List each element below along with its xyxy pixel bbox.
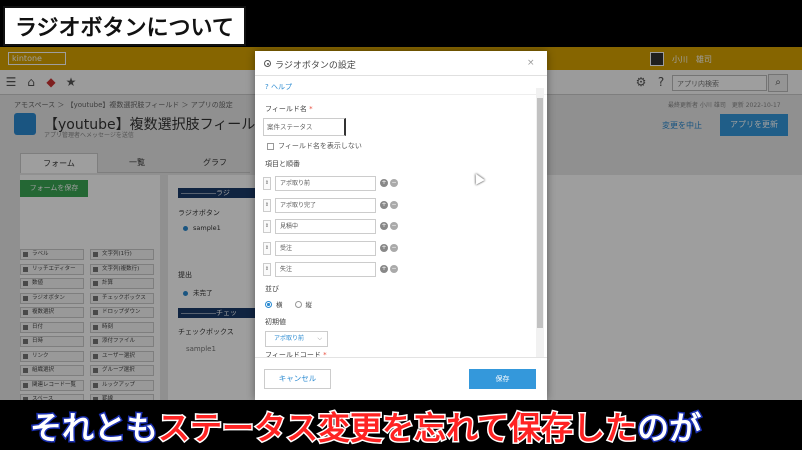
align-vertical-label: 縦 [305, 301, 313, 309]
help-row: ? ヘルプ [255, 77, 547, 95]
required-mark: * [309, 105, 313, 113]
video-title-box: ラジオボタンについて [3, 6, 246, 46]
remove-option-icon[interactable]: − [390, 265, 398, 273]
cancel-button[interactable]: キャンセル [264, 369, 331, 389]
option-row: ⇕ アポ取り前 + − [263, 176, 403, 191]
option-row: ⇕ アポ取り完了 + − [263, 197, 403, 213]
close-icon[interactable]: × [527, 58, 535, 68]
hide-name-checkbox[interactable] [267, 142, 274, 150]
video-subtitle: それともステータス変更を忘れて保存したのが [28, 403, 703, 449]
save-button[interactable]: 保存 [469, 369, 536, 389]
video-title: ラジオボタンについて [15, 16, 234, 41]
add-option-icon[interactable]: + [380, 222, 388, 230]
drag-handle-icon[interactable]: ⇕ [263, 263, 271, 276]
radio-settings-dialog: ラジオボタンの設定 × ? ヘルプ フィールド名 * 案件ステータス フィールド… [255, 51, 547, 400]
subtitle-part-3: のが [636, 408, 703, 449]
subtitle-part-2: ステータス変更を忘れて保存した [157, 408, 639, 449]
remove-option-icon[interactable]: − [390, 222, 398, 230]
help-label: ヘルプ [270, 83, 292, 91]
add-option-icon[interactable]: + [380, 243, 388, 252]
hide-name-label: フィールド名を表示しない [278, 142, 362, 150]
drag-handle-icon[interactable]: ⇕ [263, 220, 271, 233]
radio-icon [264, 60, 271, 67]
add-option-icon[interactable]: + [380, 265, 388, 273]
hide-name-checkbox-row[interactable]: フィールド名を表示しない [267, 141, 362, 151]
option-input[interactable]: 失注 [275, 262, 376, 277]
remove-option-icon[interactable]: − [390, 243, 398, 252]
option-row: ⇕ 受注 + − [263, 240, 403, 256]
dialog-footer: キャンセル 保存 [255, 357, 547, 400]
dialog-header: ラジオボタンの設定 × [255, 51, 547, 76]
align-horizontal-radio[interactable] [265, 300, 272, 308]
add-option-icon[interactable]: + [380, 200, 388, 209]
help-link[interactable]: ? ヘルプ [265, 82, 292, 92]
dialog-scrollbar[interactable] [536, 88, 544, 358]
align-options: 横 縦 [265, 299, 312, 309]
default-value-select[interactable]: アポ取り前 ⌵ [265, 331, 328, 347]
scrollbar-thumb[interactable] [537, 98, 543, 328]
option-input[interactable]: 受注 [275, 240, 376, 256]
align-vertical-radio[interactable] [294, 300, 302, 308]
subtitle-part-1: それとも [28, 408, 159, 449]
default-label: 初期値 [265, 318, 286, 326]
remove-option-icon[interactable]: − [390, 179, 398, 187]
option-row: ⇕ 失注 + − [263, 262, 403, 277]
drag-handle-icon[interactable]: ⇕ [263, 198, 271, 212]
option-input[interactable]: アポ取り完了 [275, 197, 376, 213]
add-option-icon[interactable]: + [380, 179, 388, 187]
screenshot: ラジオボタンについて kintone 小川 雄司 ☰ ⌂ ◆ ★ ⚙ ? アプリ… [0, 0, 802, 450]
option-input[interactable]: 見積中 [275, 219, 376, 234]
chevron-down-icon: ⌵ [317, 335, 322, 342]
align-horizontal-label: 横 [276, 301, 283, 309]
drag-handle-icon[interactable]: ⇕ [263, 241, 271, 255]
default-value: アポ取り前 [274, 335, 305, 342]
align-label: 並び [265, 285, 279, 293]
dialog-title: ラジオボタンの設定 [275, 61, 356, 71]
options-label: 項目と順番 [265, 160, 300, 168]
remove-option-icon[interactable]: − [390, 200, 398, 209]
field-name-label-text: フィールド名 [265, 105, 307, 113]
field-name-label: フィールド名 * [265, 104, 313, 114]
option-row: ⇕ 見積中 + − [263, 219, 403, 234]
drag-handle-icon[interactable]: ⇕ [263, 177, 271, 190]
field-name-input[interactable]: 案件ステータス [263, 118, 346, 136]
option-input[interactable]: アポ取り前 [275, 176, 376, 191]
